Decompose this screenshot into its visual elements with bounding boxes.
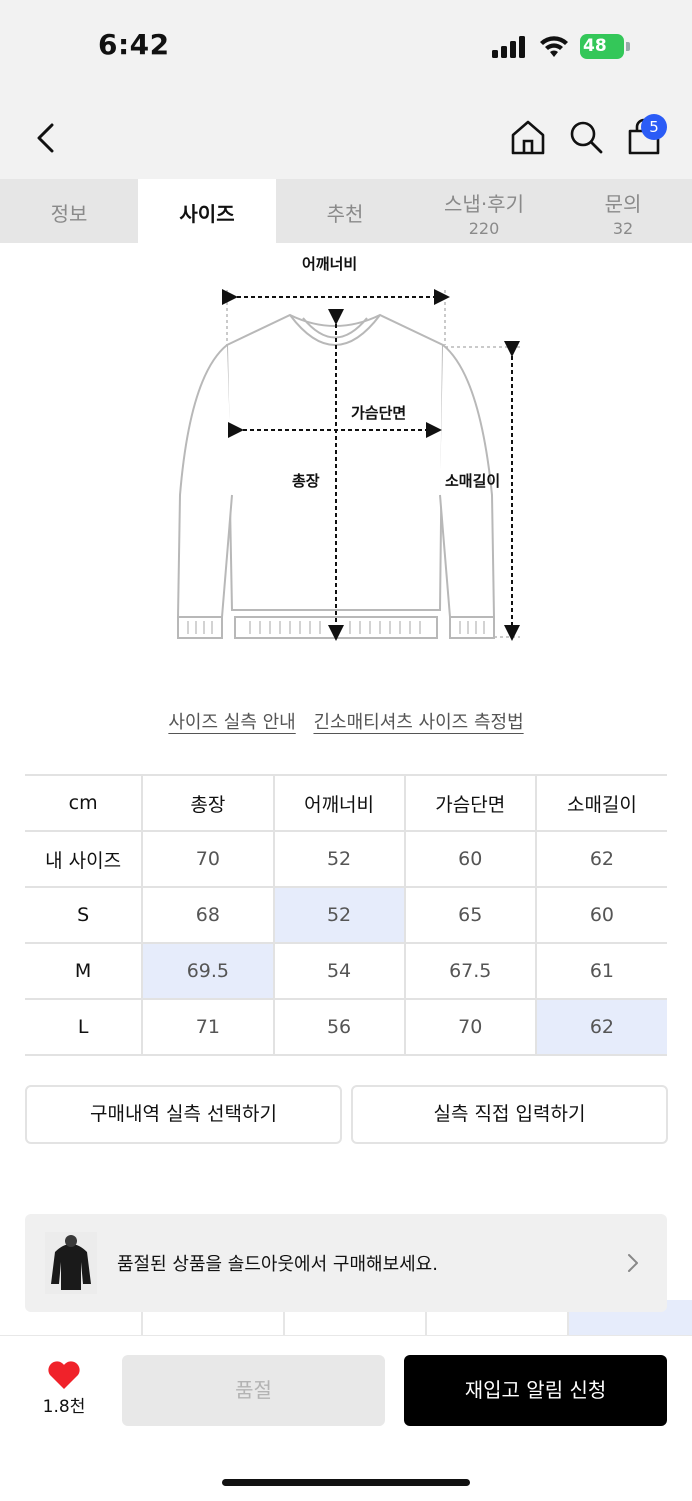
soldout-banner[interactable]: 품절된 상품을 솔드아웃에서 구매해보세요.: [25, 1214, 667, 1312]
table-cell: 60: [404, 831, 537, 888]
tab-label: 사이즈: [179, 202, 235, 226]
tab-recommend[interactable]: 추천: [276, 179, 414, 243]
like-count: 1.8천: [42, 1397, 86, 1417]
tab-info[interactable]: 정보: [0, 179, 138, 243]
direct-input-measure-button[interactable]: 실측 직접 입력하기: [351, 1085, 668, 1144]
cellular-signal-icon: [492, 36, 525, 58]
status-time: 6:42: [98, 28, 170, 61]
table-header-row: cm 총장 어깨너비 가슴단면 소매길이: [25, 774, 667, 832]
row-label: 내 사이즈: [25, 831, 144, 888]
row-label: M: [25, 943, 144, 1000]
table-cell: 61: [535, 943, 667, 1000]
like-button[interactable]: 1.8천: [40, 1360, 88, 1417]
heart-icon: [48, 1361, 80, 1389]
sleeve-length-label: 소매길이: [445, 472, 501, 490]
product-thumbnail: [45, 1232, 97, 1294]
tab-label: 문의: [604, 192, 642, 216]
shoulder-width-label: 어깨너비: [302, 255, 358, 273]
table-cell: 60: [535, 887, 667, 944]
tab-snap-review[interactable]: 스냅·후기 220: [414, 179, 554, 243]
size-table: cm 총장 어깨너비 가슴단면 소매길이 내 사이즈 70 52 60 62 S…: [25, 774, 667, 1056]
measure-method-link[interactable]: 긴소매티셔츠 사이즈 측정법: [313, 712, 523, 733]
table-cell: 62: [535, 831, 667, 888]
table-cell: 71: [142, 999, 275, 1056]
table-header-cell: 가슴단면: [404, 774, 537, 832]
soldout-button[interactable]: 품절: [122, 1355, 385, 1426]
chevron-right-icon: [628, 1254, 638, 1272]
table-cell: 56: [273, 999, 406, 1056]
table-cell: 70: [404, 999, 537, 1056]
total-length-label: 총장: [292, 472, 320, 490]
table-header-cell: 어깨너비: [273, 774, 406, 832]
table-cell: 54: [273, 943, 406, 1000]
tab-inquiry[interactable]: 문의 32: [554, 179, 692, 243]
table-cell-highlighted: 69.5: [142, 943, 275, 1000]
search-icon[interactable]: [567, 118, 605, 156]
table-cell: 70: [142, 831, 275, 888]
purchase-history-measure-button[interactable]: 구매내역 실측 선택하기: [25, 1085, 342, 1144]
soldout-banner-text: 품절된 상품을 솔드아웃에서 구매해보세요.: [117, 1254, 438, 1275]
battery-icon: 48: [580, 34, 630, 59]
tab-bar: 정보 사이즈 추천 스냅·후기 220 문의 32: [0, 179, 692, 243]
tab-label: 정보: [50, 202, 88, 226]
chest-width-label: 가슴단면: [351, 404, 407, 422]
tab-count: 32: [612, 219, 634, 238]
table-row-m: M 69.5 54 67.5 61: [25, 943, 667, 1000]
cart-count-badge: 5: [641, 114, 667, 140]
table-row-l: L 71 56 70 62: [25, 999, 667, 1056]
sweatshirt-size-diagram: 어깨너비 가슴단면 총장 소매길이: [160, 245, 540, 655]
restock-alert-button[interactable]: 재입고 알림 신청: [404, 1355, 667, 1426]
home-indicator: [222, 1479, 470, 1486]
battery-level: 48: [583, 36, 607, 56]
table-cell: 68: [142, 887, 275, 944]
home-icon[interactable]: [509, 118, 547, 156]
row-label: L: [25, 999, 144, 1056]
table-cell: 52: [273, 831, 406, 888]
table-cell-highlighted: 62: [535, 999, 667, 1056]
size-guide-links: 사이즈 실측 안내 긴소매티셔츠 사이즈 측정법: [0, 708, 692, 734]
wifi-icon: [540, 36, 568, 57]
table-cell: 67.5: [404, 943, 537, 1000]
row-label: S: [25, 887, 144, 944]
table-header-cell: 소매길이: [535, 774, 667, 832]
table-cell-highlighted: 52: [273, 887, 406, 944]
tab-label: 스냅·후기: [444, 192, 524, 216]
tab-count: 220: [468, 219, 500, 238]
status-bar: 6:42 48: [0, 0, 692, 95]
table-header-cell: 총장: [142, 774, 275, 832]
tab-label: 추천: [326, 202, 364, 226]
sweatshirt-outline-illustration: [176, 289, 520, 641]
table-cell: 65: [404, 887, 537, 944]
table-row-my-size: 내 사이즈 70 52 60 62: [25, 831, 667, 888]
table-header-cell: cm: [25, 774, 144, 832]
tab-size[interactable]: 사이즈: [138, 179, 276, 243]
table-row-s: S 68 52 65 60: [25, 887, 667, 944]
size-guide-link[interactable]: 사이즈 실측 안내: [168, 712, 295, 733]
back-arrow-icon[interactable]: [34, 122, 58, 154]
